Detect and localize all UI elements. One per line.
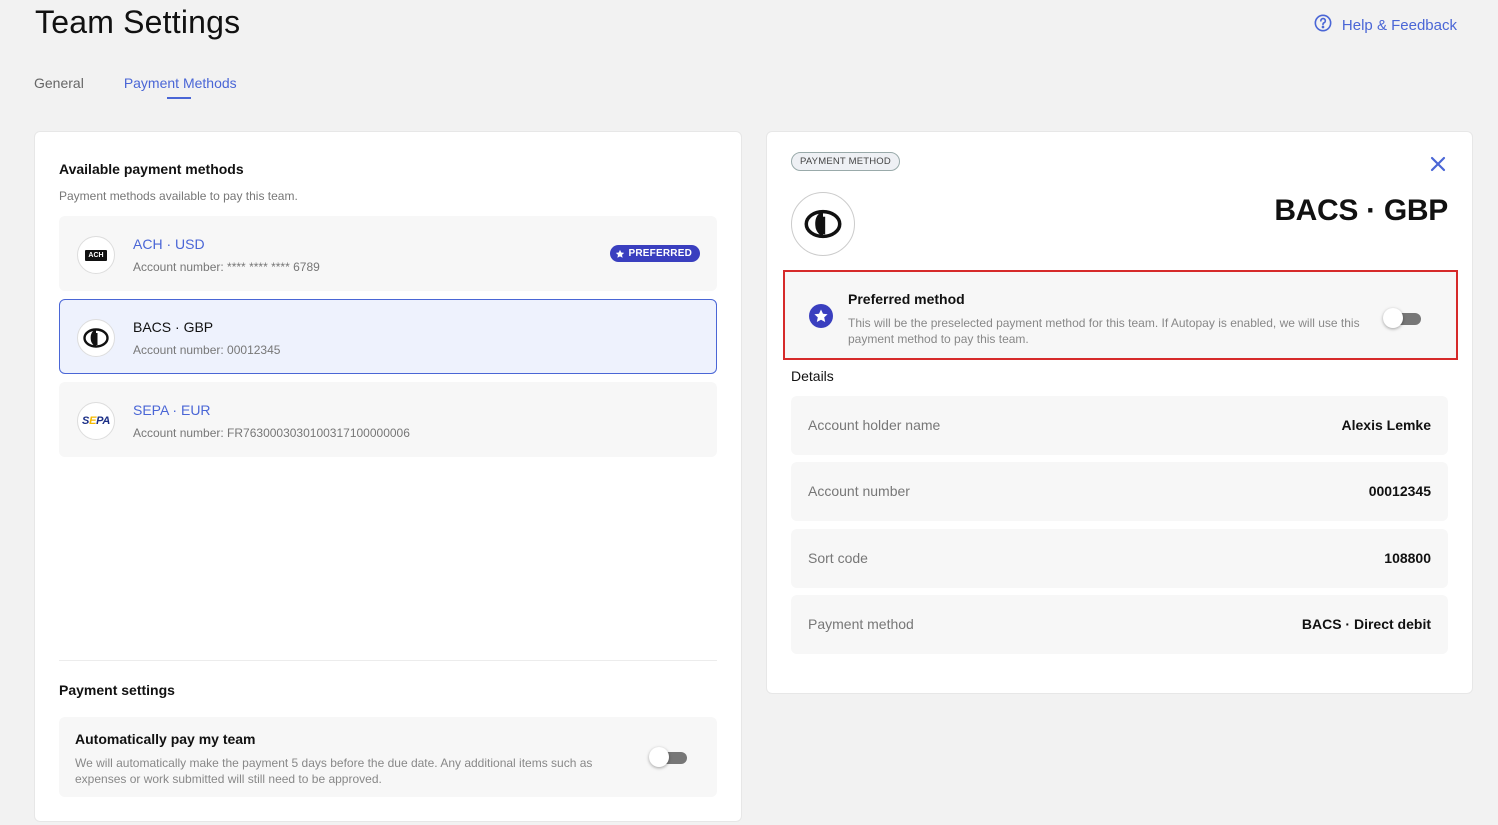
page-title: Team Settings	[35, 4, 241, 40]
close-icon	[1430, 156, 1446, 172]
close-button[interactable]	[1430, 156, 1446, 172]
detail-value: BACS · Direct debit	[1301, 616, 1431, 632]
tab-general[interactable]: General	[34, 75, 84, 91]
bacs-logo-large	[791, 192, 855, 256]
payment-method-tag: PAYMENT METHOD	[791, 152, 900, 171]
autopay-title: Automatically pay my team	[75, 731, 256, 747]
sepa-logo: SEPA	[77, 402, 115, 440]
payment-method-detail-panel: PAYMENT METHOD BACS · GBP Preferred meth…	[766, 131, 1473, 694]
star-icon	[615, 249, 624, 258]
detail-key: Sort code	[808, 550, 868, 566]
payment-method-account: Account number: 00012345	[133, 343, 281, 357]
detail-key: Payment method	[808, 616, 914, 632]
sepa-logo-text: SEPA	[82, 415, 110, 427]
autopay-setting: Automatically pay my team We will automa…	[59, 717, 717, 797]
ach-logo: ACH	[77, 236, 115, 274]
preferred-badge-label: PREFERRED	[628, 248, 692, 259]
payment-method-account: Account number: **** **** **** 6789	[133, 260, 320, 274]
payment-method-name: SEPA · EUR	[133, 402, 211, 418]
bacs-logo-icon	[804, 209, 842, 239]
payment-methods-card: Available payment methods Payment method…	[34, 131, 742, 822]
section-divider	[59, 660, 717, 661]
payment-method-bacs[interactable]: BACS · GBP Account number: 00012345	[59, 299, 717, 374]
payment-method-account: Account number: FR7630003030100317100000…	[133, 426, 410, 440]
toggle-knob	[1383, 308, 1403, 328]
star-icon	[809, 304, 833, 328]
preferred-method-toggle[interactable]	[1383, 308, 1423, 328]
detail-key: Account holder name	[808, 417, 941, 433]
help-feedback-link[interactable]: Help & Feedback	[1314, 14, 1457, 36]
detail-key: Account number	[808, 483, 910, 499]
tab-bar: General Payment Methods	[34, 75, 237, 99]
detail-row-payment-method: Payment method BACS · Direct debit	[791, 595, 1448, 654]
autopay-toggle[interactable]	[649, 747, 689, 767]
tab-payment-methods[interactable]: Payment Methods	[124, 75, 237, 99]
detail-value: 00012345	[1368, 483, 1431, 499]
autopay-description: We will automatically make the payment 5…	[75, 756, 593, 786]
available-methods-subtitle: Payment methods available to pay this te…	[59, 189, 298, 203]
bacs-logo	[77, 319, 115, 357]
detail-title: BACS · GBP	[1274, 194, 1448, 227]
help-icon	[1314, 14, 1332, 36]
preferred-method-description: This will be the preselected payment met…	[848, 316, 1360, 346]
help-feedback-label: Help & Feedback	[1341, 16, 1457, 34]
details-label: Details	[791, 368, 834, 384]
detail-row-account-number: Account number 00012345	[791, 462, 1448, 521]
preferred-badge: PREFERRED	[609, 245, 700, 262]
detail-value: 108800	[1384, 550, 1431, 566]
preferred-method-setting: Preferred method This will be the presel…	[783, 270, 1458, 360]
payment-settings-title: Payment settings	[59, 682, 175, 698]
preferred-method-title: Preferred method	[848, 291, 965, 307]
payment-method-name: BACS · GBP	[133, 319, 214, 335]
payment-method-name: ACH · USD	[133, 236, 205, 252]
ach-logo-text: ACH	[85, 249, 107, 261]
toggle-knob	[649, 747, 669, 767]
bacs-logo-icon	[83, 328, 109, 348]
detail-row-sort-code: Sort code 108800	[791, 529, 1448, 588]
available-methods-title: Available payment methods	[59, 161, 244, 177]
detail-value: Alexis Lemke	[1341, 417, 1432, 433]
payment-method-ach[interactable]: ACH ACH · USD Account number: **** **** …	[59, 216, 717, 291]
payment-method-sepa[interactable]: SEPA SEPA · EUR Account number: FR763000…	[59, 382, 717, 457]
detail-row-account-holder: Account holder name Alexis Lemke	[791, 396, 1448, 455]
